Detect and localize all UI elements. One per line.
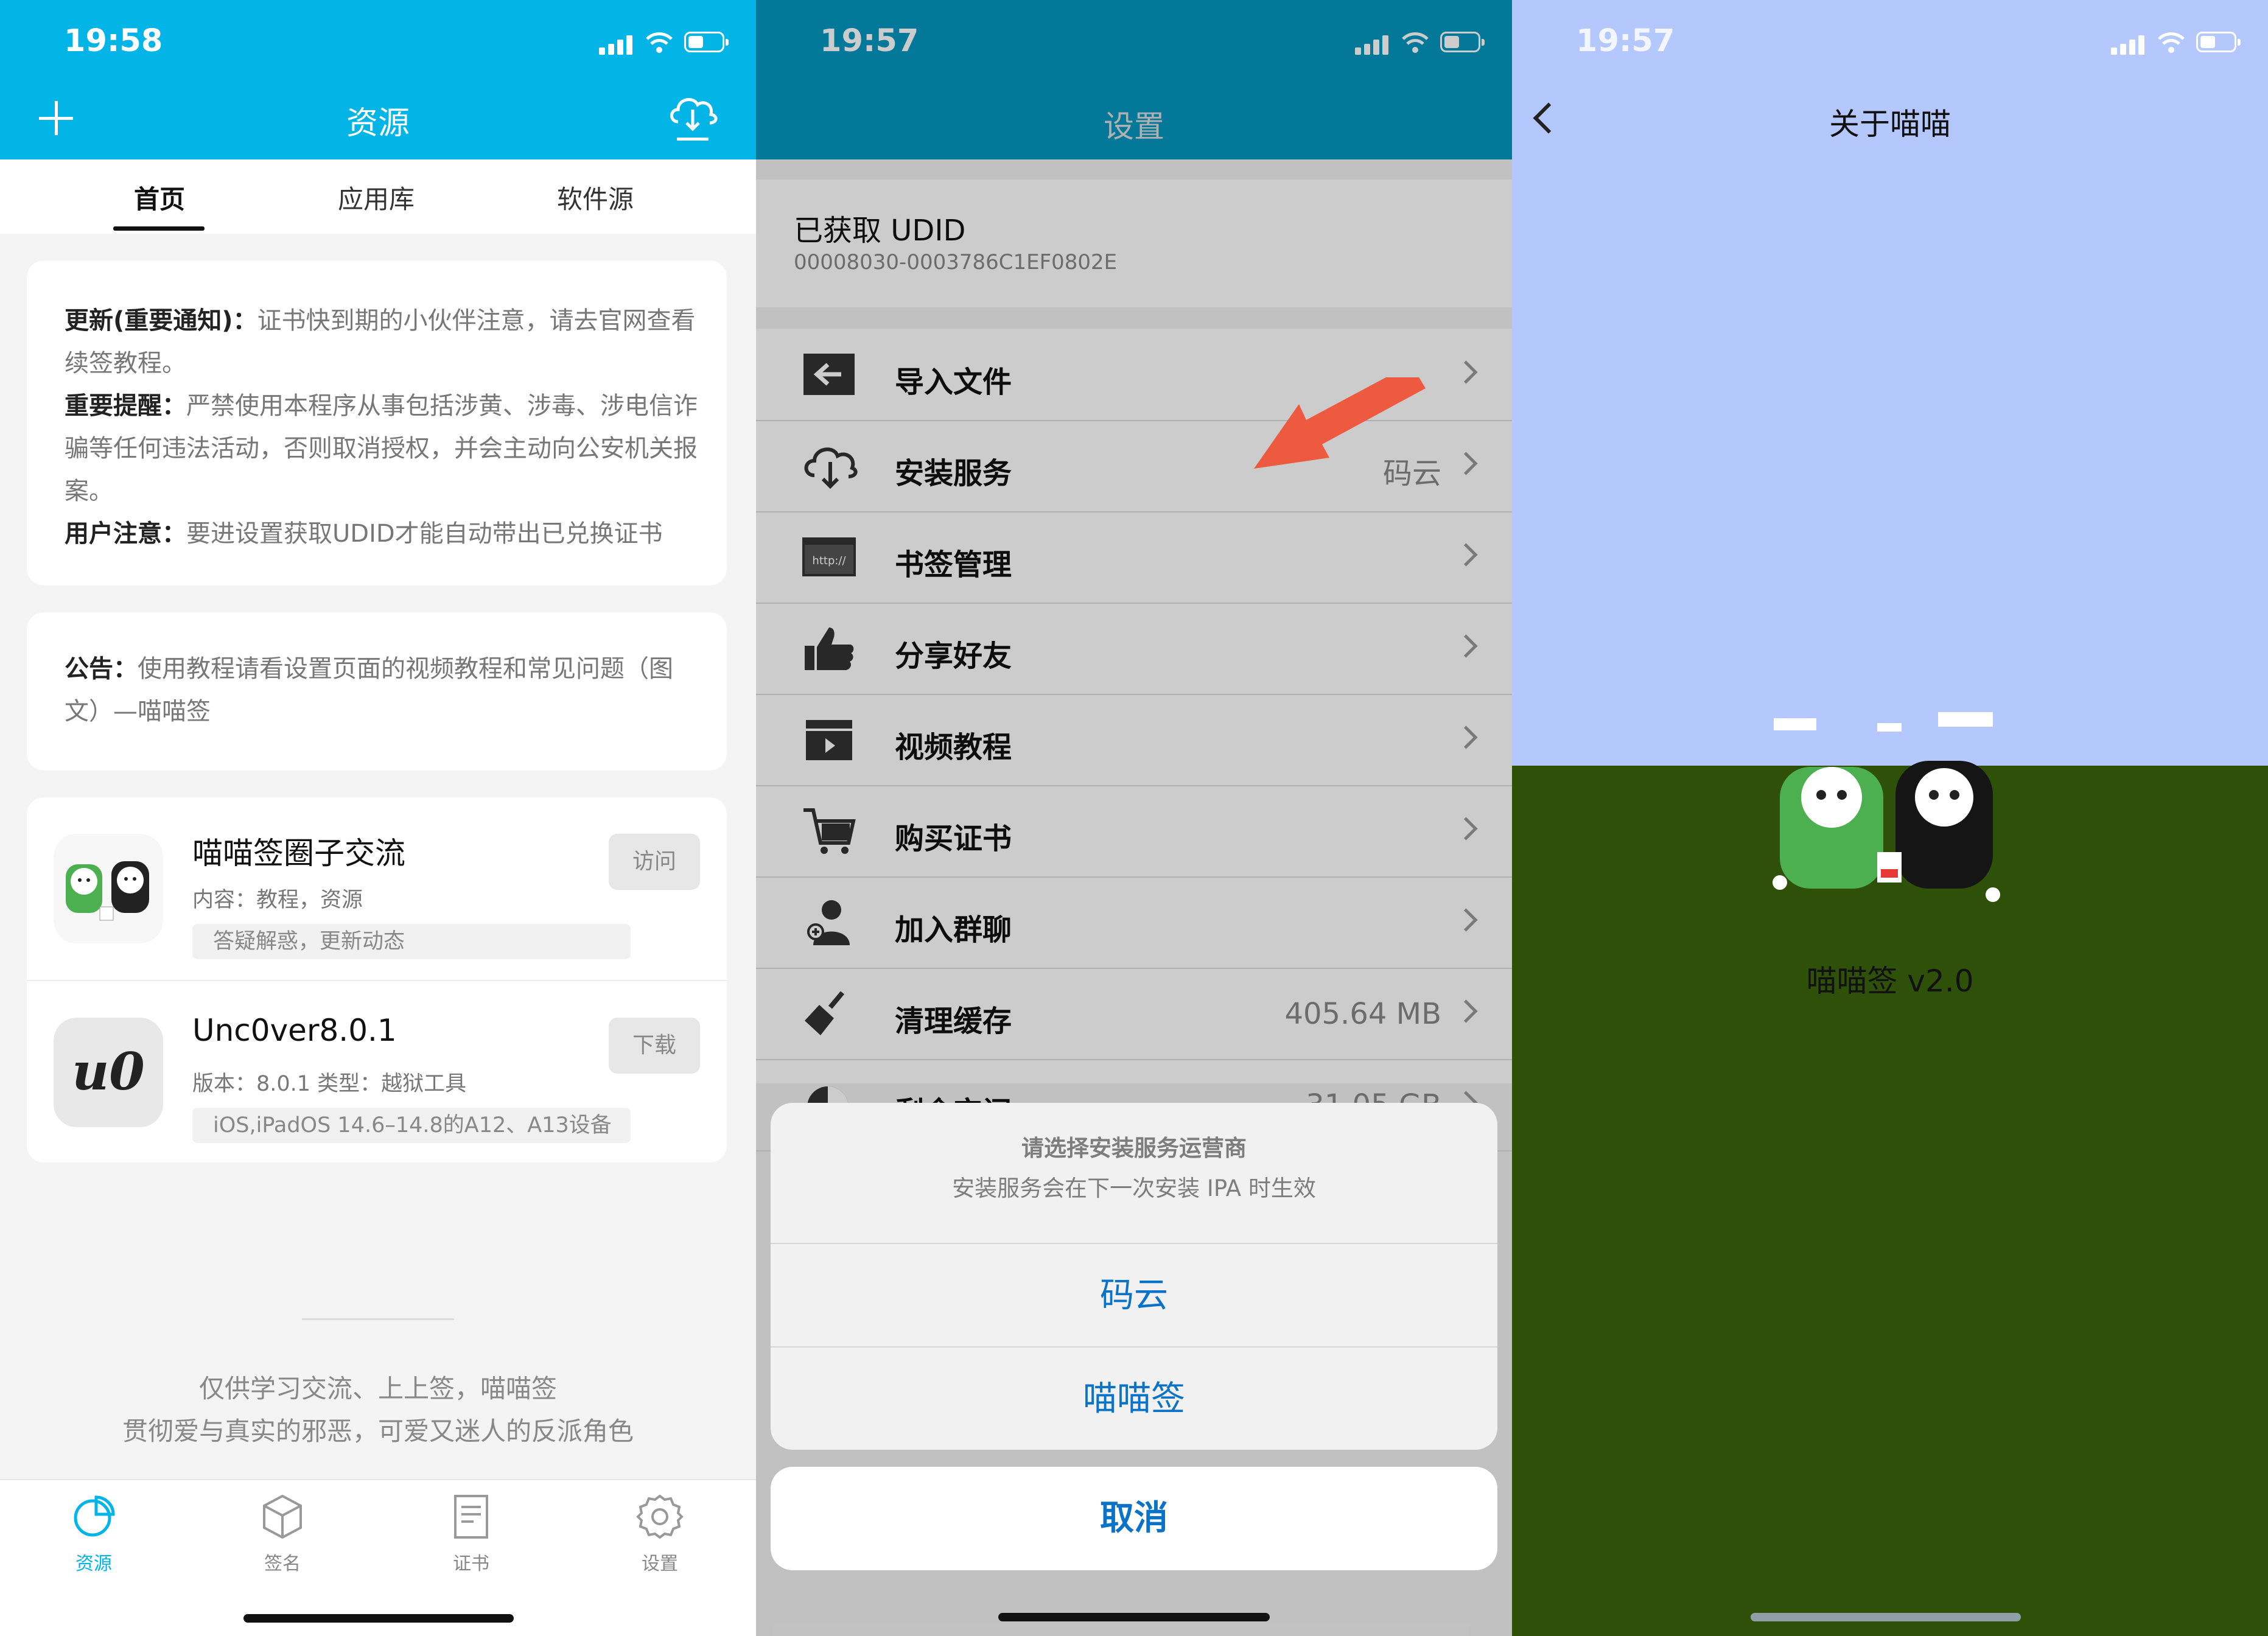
bottom-tab-bar: 资源 签名 证书 设置 bbox=[0, 1479, 756, 1636]
app-tag: 答疑解惑，更新动态 bbox=[192, 924, 631, 959]
notice-text: 更新(重要通知)：证书快到期的小伙伴注意，请去官网查看续签教程。 重要提醒：严禁… bbox=[65, 299, 698, 555]
app-meta: 版本：8.0.1 类型：越狱工具 bbox=[192, 1072, 467, 1096]
home-indicator bbox=[998, 1613, 1270, 1621]
page-title: 资源 bbox=[346, 105, 410, 142]
battery-icon bbox=[2196, 32, 2241, 52]
tabbar-label: 设置 bbox=[642, 1553, 678, 1575]
battery-icon bbox=[684, 32, 729, 52]
cloud-download-icon[interactable] bbox=[667, 91, 718, 146]
tabbar-item-settings[interactable]: 设置 bbox=[611, 1492, 709, 1575]
signal-icon bbox=[2111, 35, 2145, 55]
mascot-app-icon bbox=[54, 834, 163, 943]
app-name: Unc0ver8.0.1 bbox=[192, 1013, 397, 1048]
tabbar-label: 签名 bbox=[264, 1553, 301, 1575]
page-title: 关于喵喵 bbox=[1829, 107, 1951, 142]
wifi-icon bbox=[646, 32, 673, 53]
status-bar: 19:58 bbox=[0, 0, 756, 80]
document-icon bbox=[454, 1495, 488, 1539]
tab-software-source[interactable]: 软件源 bbox=[516, 179, 674, 216]
tabbar-item-sign[interactable]: 签名 bbox=[234, 1492, 331, 1575]
cube-icon bbox=[263, 1494, 302, 1539]
home-indicator bbox=[243, 1614, 514, 1623]
notice-card: 更新(重要通知)：证书快到期的小伙伴注意，请去官网查看续签教程。 重要提醒：严禁… bbox=[27, 260, 727, 586]
status-time: 19:58 bbox=[64, 23, 163, 59]
top-tabs: 首页 应用库 软件源 bbox=[0, 159, 756, 234]
resources-screen: 19:58 资源 首页 应用库 软件源 更新(重要通知)：证书快到期的小伙伴注意… bbox=[0, 0, 756, 1636]
app-tag: iOS,iPadOS 14.6–14.8的A12、A13设备 bbox=[192, 1108, 631, 1143]
app-version: 喵喵签 v2.0 bbox=[1806, 963, 1974, 999]
footer-line-2: 贯彻爱与真实的邪恶，可爱又迷人的反派角色 bbox=[122, 1416, 634, 1446]
tab-app-library[interactable]: 应用库 bbox=[297, 179, 455, 216]
tab-home[interactable]: 首页 bbox=[80, 179, 239, 216]
status-bar: 19:57 bbox=[1512, 0, 2268, 80]
app-meta: 内容：教程，资源 bbox=[192, 888, 363, 912]
announcement-label: 公告： bbox=[65, 655, 138, 683]
option-miaomiaoqian-button[interactable]: 喵喵签 bbox=[771, 1346, 1497, 1450]
update-label: 更新(重要通知)： bbox=[65, 307, 257, 335]
app-list-card: 喵喵签圈子交流 内容：教程，资源 答疑解惑，更新动态 访问 u0 Unc0ver… bbox=[27, 797, 727, 1162]
list-item[interactable]: u0 Unc0ver8.0.1 版本：8.0.1 类型：越狱工具 iOS,iPa… bbox=[27, 980, 727, 1164]
announcement-body: 使用教程请看设置页面的视频教程和常见问题（图文）—喵喵签 bbox=[65, 655, 673, 725]
wifi-icon bbox=[2158, 32, 2185, 53]
svg-text:u0: u0 bbox=[72, 1041, 145, 1102]
tabbar-item-certificate[interactable]: 证书 bbox=[422, 1492, 520, 1575]
footer-line-1: 仅供学习交流、上上签，喵喵签 bbox=[198, 1374, 557, 1404]
download-button[interactable]: 下载 bbox=[609, 1018, 700, 1074]
unc0ver-app-icon: u0 bbox=[54, 1018, 163, 1127]
annotation-arrow-icon bbox=[1254, 377, 1426, 469]
cancel-button[interactable]: 取消 bbox=[771, 1467, 1497, 1570]
settings-screen: 19:57 设置 已获取 UDID 00008030-0003786C1EF08… bbox=[756, 0, 1512, 1636]
tabbar-label: 资源 bbox=[75, 1553, 112, 1575]
gear-icon bbox=[636, 1494, 684, 1539]
list-item[interactable]: 喵喵签圈子交流 内容：教程，资源 答疑解惑，更新动态 访问 bbox=[27, 797, 727, 980]
signal-icon bbox=[599, 35, 633, 55]
app-name: 喵喵签圈子交流 bbox=[192, 836, 405, 871]
tabbar-label: 证书 bbox=[453, 1553, 489, 1575]
resources-header: 19:58 资源 bbox=[0, 0, 756, 159]
user-note-label: 用户注意： bbox=[65, 520, 186, 548]
visit-button[interactable]: 访问 bbox=[609, 834, 700, 890]
mascot-logo bbox=[1773, 712, 2000, 902]
status-icons bbox=[599, 30, 729, 55]
about-screen: 19:57 关于喵喵 喵喵签 v2.0 bbox=[1512, 0, 2268, 1636]
install-service-sheet: 请选择安装服务运营商 安装服务会在下一次安装 IPA 时生效 码云 喵喵签 bbox=[771, 1103, 1497, 1450]
option-mayun-button[interactable]: 码云 bbox=[771, 1243, 1497, 1348]
tabbar-item-resources[interactable]: 资源 bbox=[45, 1492, 142, 1575]
announcement-card: 公告：使用教程请看设置页面的视频教程和常见问题（图文）—喵喵签 bbox=[27, 612, 727, 771]
status-time: 19:57 bbox=[1576, 23, 1675, 59]
announcement-text: 公告：使用教程请看设置页面的视频教程和常见问题（图文）—喵喵签 bbox=[65, 648, 698, 733]
status-icons bbox=[2111, 30, 2241, 55]
footer-divider bbox=[302, 1318, 454, 1320]
active-tab-indicator bbox=[113, 226, 205, 231]
user-note-text: 要进设置获取UDID才能自动带出已兑换证书 bbox=[186, 520, 663, 548]
reminder-label: 重要提醒： bbox=[65, 392, 186, 420]
pie-chart-icon bbox=[74, 1495, 115, 1537]
home-indicator bbox=[1751, 1613, 2021, 1621]
sheet-title: 请选择安装服务运营商 bbox=[1021, 1135, 1247, 1161]
sheet-subtitle: 安装服务会在下一次安装 IPA 时生效 bbox=[952, 1175, 1316, 1201]
